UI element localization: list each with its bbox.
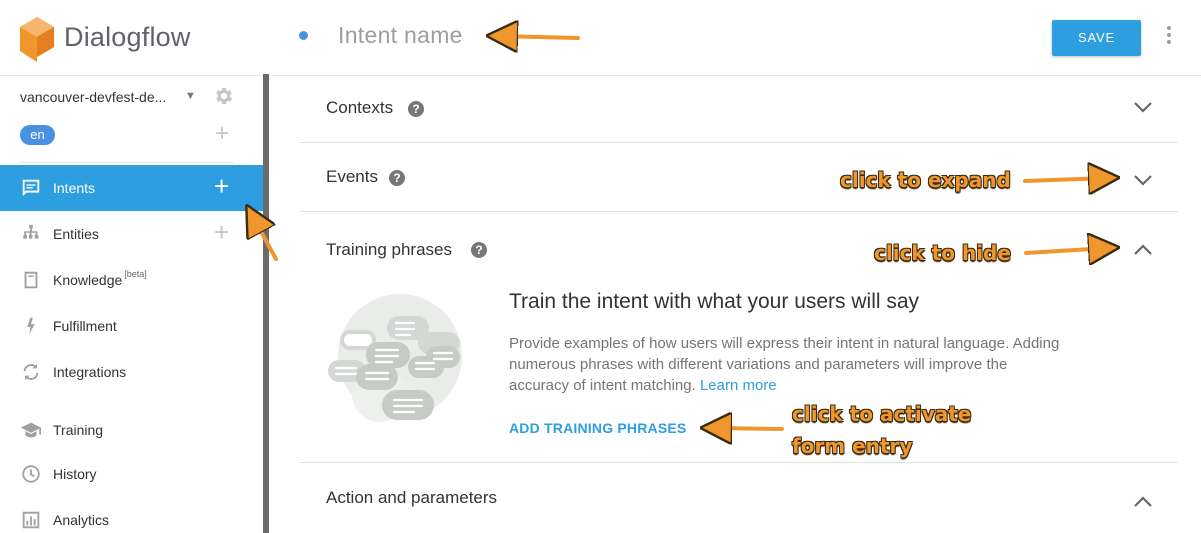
bolt-icon [27,317,35,335]
help-icon[interactable]: ? [471,242,487,258]
gear-icon[interactable] [213,85,235,107]
training-empty-description: Provide examples of how users will expre… [509,335,1060,394]
chevron-up-icon[interactable] [1133,243,1153,257]
language-badge[interactable]: en [20,125,55,145]
language-row: en + [20,120,245,150]
sidebar-item-intents[interactable]: Intents + [0,165,265,211]
action-parameters-section[interactable]: Action and parameters [300,463,1178,533]
sidebar-item-label: Integrations [53,364,127,380]
section-title: Contexts [326,98,394,117]
book-icon [24,271,38,289]
intent-name-input[interactable]: Intent name [338,22,463,49]
section-title: Action and parameters [326,488,498,507]
bar-chart-icon [22,511,40,529]
chat-icon [22,179,40,197]
add-language-icon[interactable]: + [215,120,229,148]
sidebar-item-label: Training [53,422,104,438]
annotation-expand: click to expand [840,168,1011,192]
agent-name: vancouver-devfest-de... [20,89,167,105]
sidebar-item-integrations[interactable]: Integrations [0,349,265,395]
add-intent-icon[interactable]: + [214,173,229,199]
sidebar: Dialogflow vancouver-devfest-de... ▼ en … [0,0,265,533]
dialogflow-logo-icon [20,17,54,62]
sidebar-item-label: History [53,466,97,482]
chevron-down-icon[interactable] [1133,173,1153,187]
sidebar-item-training[interactable]: Training [0,407,265,453]
sidebar-item-label: Entities [53,226,99,242]
beta-badge: [beta] [124,269,147,279]
contexts-section[interactable]: Contexts ? [300,76,1178,142]
intent-priority-dot[interactable] [299,31,308,40]
annotation-activate-line2: form entry [792,434,913,458]
sidebar-item-knowledge[interactable]: Knowledge [beta] [0,257,265,303]
clock-icon [22,465,40,483]
agent-selector[interactable]: vancouver-devfest-de... ▼ [20,86,245,112]
add-training-phrases-button[interactable]: ADD TRAINING PHRASES [509,420,686,436]
learn-more-link[interactable]: Learn more [700,377,777,394]
events-section[interactable]: Events ? [300,143,1178,211]
training-empty-heading: Train the intent with what your users wi… [509,290,920,313]
chevron-down-icon[interactable] [1133,100,1153,114]
intent-header: Intent name SAVE [270,0,1201,76]
help-icon[interactable]: ? [408,101,424,117]
sidebar-scrollbar[interactable] [263,74,269,533]
speech-bubbles-illustration [328,294,462,422]
brand-header: Dialogflow [0,0,265,76]
annotation-activate-line1: click to activate [792,402,972,426]
sidebar-item-label: Knowledge [beta] [53,269,147,288]
annotation-hide: click to hide [874,241,1011,265]
sidebar-item-fulfillment[interactable]: Fulfillment [0,303,265,349]
chevron-up-icon[interactable] [1133,495,1153,509]
mortarboard-icon [20,422,42,438]
add-entity-icon[interactable]: + [214,219,229,245]
sidebar-item-label: Analytics [53,512,110,528]
sidebar-item-label: Fulfillment [53,318,117,334]
section-title: Events [326,167,378,186]
sidebar-item-label: Intents [53,180,96,196]
more-vert-icon[interactable] [1163,24,1175,48]
section-title: Training phrases [326,240,452,259]
sidebar-item-analytics[interactable]: Analytics [0,497,265,533]
sidebar-item-entities[interactable]: Entities + [0,211,265,257]
refresh-icon [23,363,39,381]
sidebar-divider [20,162,234,163]
sitemap-icon [23,224,39,239]
sidebar-item-history[interactable]: History [0,451,265,497]
help-icon[interactable]: ? [389,170,405,186]
save-button[interactable]: SAVE [1052,20,1141,56]
brand-name: Dialogflow [64,22,191,52]
caret-down-icon[interactable]: ▼ [185,90,196,102]
